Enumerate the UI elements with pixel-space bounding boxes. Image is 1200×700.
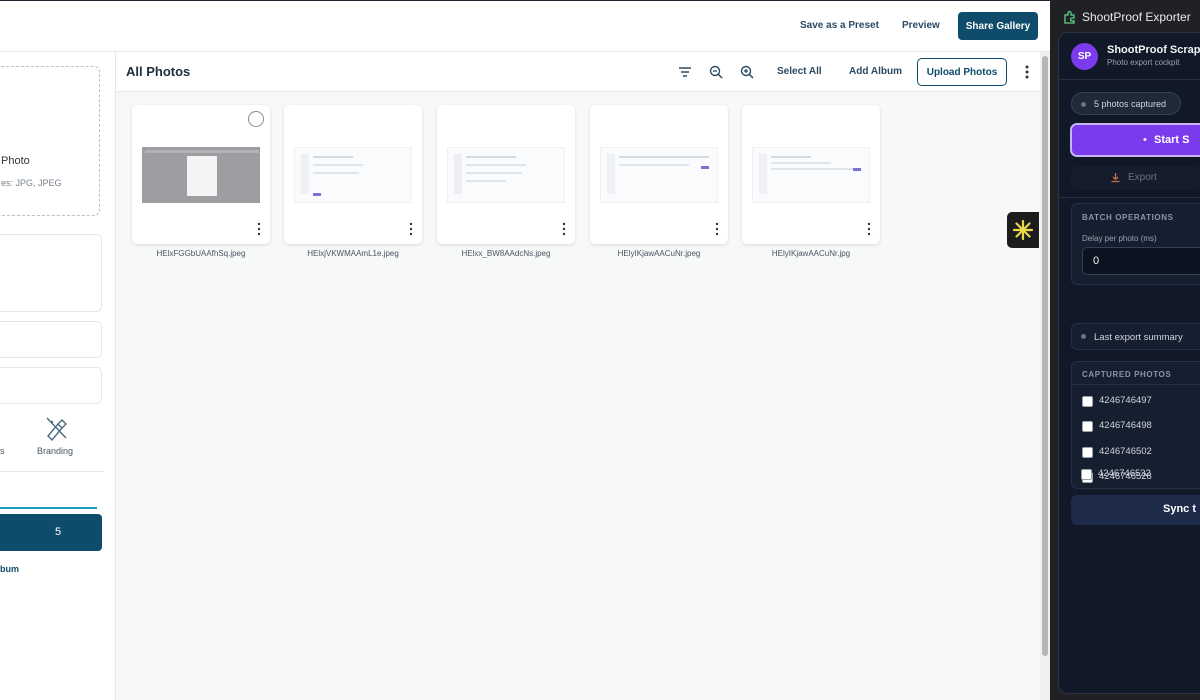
- delay-label: Delay per photo (ms): [1082, 234, 1157, 243]
- photo-thumbnail: [142, 147, 260, 203]
- photos-content: All Photos Select All Add Album Upload P…: [116, 52, 1040, 700]
- preview-button[interactable]: Preview: [902, 20, 940, 31]
- download-icon: [1111, 173, 1120, 183]
- photo-menu-icon[interactable]: [714, 222, 720, 236]
- photo-checkbox[interactable]: [1082, 396, 1093, 407]
- captured-photo-row: 4246746532: [1081, 466, 1200, 486]
- photo-thumbnail: [294, 147, 412, 203]
- status-dot: [1081, 102, 1086, 107]
- gallery-settings-sidebar: Photo es: JPG, JPEG s Branding 5 bum: [0, 52, 116, 700]
- share-gallery-button[interactable]: Share Gallery: [958, 12, 1038, 40]
- photo-menu-icon[interactable]: [408, 222, 414, 236]
- branding-icon[interactable]: [42, 414, 70, 442]
- album-photo-count: 5: [55, 526, 62, 538]
- zoom-in-icon[interactable]: [739, 64, 755, 80]
- more-options-icon[interactable]: [1022, 64, 1032, 80]
- filter-icon[interactable]: [677, 64, 693, 80]
- puzzle-icon: [1064, 10, 1075, 24]
- delay-input[interactable]: [1082, 247, 1200, 275]
- photo-menu-icon[interactable]: [256, 222, 262, 236]
- window-edge: [0, 0, 1050, 1]
- captured-photo-id: 4246746502: [1099, 446, 1152, 457]
- photo-filename: HElxjVKWMAAmL1e.jpeg: [307, 249, 399, 258]
- dropzone-title: Photo: [1, 155, 30, 167]
- photo-filename: HElxFGGbUAAfhSq.jpeg: [156, 249, 246, 258]
- zoom-out-icon[interactable]: [708, 64, 724, 80]
- start-scrape-button[interactable]: Start S •: [1070, 123, 1200, 157]
- summary-dot: [1081, 334, 1086, 339]
- export-button-label: Export: [1128, 172, 1157, 183]
- section-heading: CAPTURED PHOTOS: [1082, 370, 1172, 379]
- photo-card[interactable]: [132, 105, 270, 244]
- shootproof-app: Save as a Preset Preview Share Gallery P…: [0, 0, 1050, 700]
- photo-card[interactable]: [437, 105, 575, 244]
- photo-thumbnail: [600, 147, 718, 203]
- panel-subtitle: Photo export cockpit: [1107, 58, 1180, 67]
- status-text: 5 photos captured: [1094, 99, 1167, 109]
- exporter-panel: SP ShootProof Scrap Photo export cockpit…: [1058, 32, 1200, 694]
- page-scrollbar[interactable]: [1040, 52, 1050, 700]
- active-tab-indicator: [0, 507, 97, 509]
- upload-photos-button[interactable]: Upload Photos: [917, 58, 1007, 86]
- save-as-preset-button[interactable]: Save as a Preset: [800, 20, 879, 31]
- settings-field[interactable]: [0, 321, 102, 358]
- summary-label: Last export summary: [1094, 332, 1183, 343]
- page-title: All Photos: [126, 64, 191, 79]
- captured-photo-row: 4246746497: [1082, 393, 1200, 413]
- add-album-button[interactable]: Add Album: [849, 66, 902, 77]
- last-export-summary-toggle[interactable]: Last export summary: [1071, 323, 1200, 350]
- select-photo-checkbox[interactable]: [248, 111, 264, 127]
- dropzone-filetypes: es: JPG, JPEG: [1, 178, 62, 188]
- settings-card[interactable]: [0, 234, 102, 312]
- photo-filename: HElxx_BW8AAdcNs.jpeg: [461, 249, 551, 258]
- divider: [1059, 197, 1200, 198]
- photo-card[interactable]: [590, 105, 728, 244]
- photo-menu-icon[interactable]: [561, 222, 567, 236]
- bullet-icon: •: [1143, 134, 1147, 146]
- photo-filename: HElyIKjawAACuNr.jpeg: [617, 249, 701, 258]
- photo-checkbox[interactable]: [1081, 469, 1092, 480]
- branding-tab-label[interactable]: Branding: [37, 446, 73, 456]
- settings-field[interactable]: [0, 367, 102, 404]
- photo-thumbnail: [752, 147, 870, 203]
- captured-photo-row: 4246746498: [1082, 418, 1200, 438]
- captured-photo-id: 4246746532: [1098, 468, 1151, 479]
- photo-filename: HElyIKjawAACuNr.jpg: [771, 249, 851, 258]
- divider: [1059, 79, 1200, 80]
- avatar: SP: [1071, 43, 1098, 70]
- photo-card[interactable]: [742, 105, 880, 244]
- top-bar: Save as a Preset Preview Share Gallery: [0, 0, 1050, 52]
- export-button[interactable]: Export: [1071, 166, 1200, 190]
- photos-toolbar: All Photos Select All Add Album Upload P…: [116, 52, 1040, 92]
- panel-title: ShootProof Scrap: [1107, 44, 1200, 56]
- scrollbar-thumb[interactable]: [1042, 56, 1048, 656]
- section-heading: BATCH OPERATIONS: [1082, 213, 1174, 222]
- batch-operations-section: BATCH OPERATIONS Delay per photo (ms): [1071, 203, 1200, 285]
- divider: [1072, 384, 1200, 385]
- extension-launcher-button[interactable]: [1007, 212, 1039, 248]
- divider: [0, 471, 104, 472]
- start-button-label: Start S: [1154, 134, 1190, 146]
- photo-thumbnail: [447, 147, 565, 203]
- captured-photo-row: 4246746502: [1082, 444, 1200, 464]
- sparkle-icon: [1012, 219, 1034, 241]
- captured-photo-id: 4246746497: [1099, 395, 1152, 406]
- sync-button-label: Sync t: [1163, 503, 1197, 515]
- select-all-button[interactable]: Select All: [777, 66, 822, 77]
- status-badge: 5 photos captured: [1071, 92, 1181, 115]
- extension-window-title: ShootProof Exporter: [1082, 10, 1191, 24]
- upload-dropzone[interactable]: Photo es: JPG, JPEG: [0, 66, 100, 216]
- sync-button[interactable]: Sync t: [1071, 495, 1200, 525]
- settings-tab-partial[interactable]: s: [0, 446, 5, 456]
- photo-checkbox[interactable]: [1082, 421, 1093, 432]
- photo-card[interactable]: [284, 105, 422, 244]
- photo-menu-icon[interactable]: [866, 222, 872, 236]
- photo-checkbox[interactable]: [1082, 447, 1093, 458]
- album-item-all-photos[interactable]: 5: [0, 514, 102, 551]
- captured-photo-id: 4246746498: [1099, 420, 1152, 431]
- add-album-link[interactable]: bum: [0, 564, 19, 574]
